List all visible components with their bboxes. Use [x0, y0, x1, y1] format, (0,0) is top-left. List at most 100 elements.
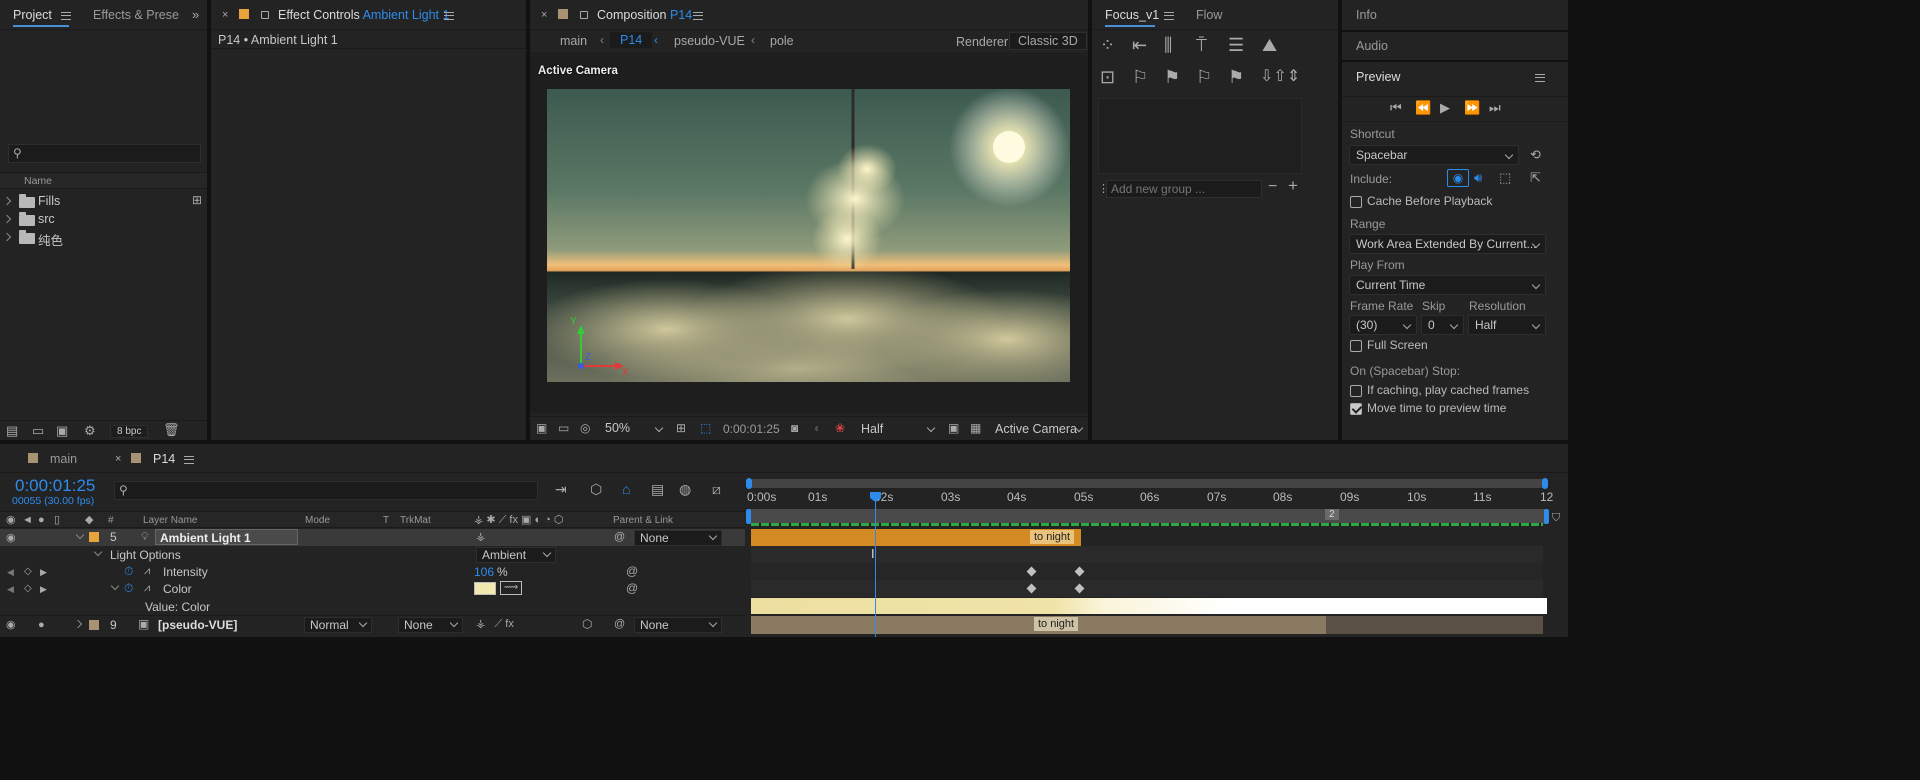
col-t[interactable]: T — [383, 515, 389, 526]
breadcrumb-p14[interactable]: P14 — [610, 32, 653, 48]
add-keyframe-icon[interactable]: ◇ — [24, 582, 32, 596]
minus-icon[interactable]: − — [1268, 179, 1277, 195]
solo-icon[interactable]: ● — [38, 618, 45, 632]
current-time[interactable]: 0:00:01:25 — [723, 422, 780, 436]
next-keyframe-icon[interactable]: ▶ — [40, 582, 47, 596]
col-parent[interactable]: Parent & Link — [613, 515, 673, 526]
keyframe-tool-icon[interactable]: ⊡ — [1100, 68, 1115, 86]
next-keyframe-icon[interactable]: ▶ — [40, 565, 47, 579]
pickwhip-icon[interactable]: @ — [614, 617, 625, 631]
snapshot-icon[interactable]: ◙ — [791, 421, 798, 435]
mask-icon[interactable]: ◎ — [580, 421, 590, 435]
layer-name[interactable]: Ambient Light 1 — [155, 529, 298, 545]
comp-mini-flowchart-icon[interactable]: ⇥ — [555, 482, 567, 496]
renderer-button[interactable]: Classic 3D — [1009, 32, 1087, 50]
pickwhip-icon[interactable]: @ — [614, 530, 625, 544]
expression-icon[interactable]: @ — [626, 564, 638, 578]
frame-rate-dropdown[interactable]: (30) — [1349, 315, 1417, 335]
stopwatch-icon[interactable]: ⏱ — [124, 581, 133, 595]
comp-viewer[interactable]: Active Camera Y Z X — [530, 55, 1088, 413]
tab-main[interactable]: main — [50, 452, 77, 466]
distribute-icon[interactable]: ⫼ — [1164, 36, 1172, 54]
breadcrumb-pole[interactable]: pole — [770, 34, 794, 48]
stopwatch-icon[interactable]: ⏱ — [124, 564, 133, 578]
eye-icon[interactable]: ◉ — [6, 513, 16, 527]
breadcrumb-pseudo-vue[interactable]: pseudo-VUE — [674, 34, 745, 48]
layer-parent-dropdown[interactable]: None — [634, 617, 722, 633]
col-mode[interactable]: Mode — [305, 515, 330, 526]
lock-icon[interactable] — [580, 11, 588, 19]
overlay-icon[interactable]: ⬚ — [1499, 171, 1511, 185]
property-group-row[interactable]: Light Options Ambient — [0, 546, 745, 563]
layer-parent-dropdown[interactable]: None — [634, 530, 722, 546]
mountains-icon[interactable]: ⛰ — [1262, 36, 1277, 54]
timeline-navigator[interactable] — [746, 478, 1548, 489]
layer-name[interactable]: [pseudo-VUE] — [158, 618, 237, 632]
external-icon[interactable]: ⇱ — [1530, 171, 1541, 185]
resolution-dropdown[interactable]: Half — [861, 422, 883, 436]
property-row[interactable]: Value: Color — [0, 598, 745, 615]
label-color-icon[interactable] — [89, 620, 99, 630]
tab-p14[interactable]: P14 — [153, 452, 175, 466]
motion-blur-icon[interactable]: ◍ — [679, 482, 691, 496]
add-keyframe-icon[interactable]: ◇ — [24, 565, 32, 579]
expand-icon[interactable] — [2, 214, 12, 224]
project-item[interactable]: 纯色 — [0, 229, 190, 248]
project-settings-icon[interactable]: ⚙ — [84, 424, 96, 438]
channels-icon[interactable]: ❀ — [835, 421, 845, 435]
add-marker-icon[interactable]: ⚑ — [1228, 68, 1244, 86]
plus-icon[interactable]: + — [1288, 177, 1298, 194]
draft-3d-icon[interactable]: ⬡ — [590, 482, 602, 496]
close-icon[interactable]: × — [222, 8, 228, 22]
tab-project[interactable]: Project — [13, 8, 52, 22]
audio-icon[interactable]: 🔊︎ — [1474, 171, 1482, 185]
flowchart-icon[interactable]: ⊞ — [192, 193, 202, 207]
work-area-bar[interactable] — [748, 509, 1546, 524]
layer-row[interactable]: ◉ ● 9 ▣ [pseudo-VUE] Normal None ⚶ ⟋ fx … — [0, 615, 745, 634]
expand-icon[interactable] — [2, 196, 12, 206]
marker-right-icon[interactable]: ⚐ — [1196, 68, 1212, 86]
if-caching-checkbox[interactable] — [1350, 385, 1362, 397]
switches-icons[interactable]: ⚶ ⟋ fx — [476, 617, 514, 631]
list-icon[interactable]: ☰ — [1228, 36, 1244, 54]
play-icon[interactable]: ▶ — [1440, 101, 1450, 115]
menu-icon[interactable] — [444, 12, 454, 20]
eye-icon[interactable]: ◉ — [6, 531, 16, 545]
prev-keyframe-icon[interactable]: ◀ — [7, 565, 14, 579]
tab-preview[interactable]: Preview — [1356, 70, 1400, 84]
expand-icon[interactable] — [75, 530, 85, 540]
align-left-icon[interactable]: ⇤ — [1132, 36, 1147, 54]
tab-effect-controls[interactable]: Effect Controls Ambient Light 1 — [278, 8, 449, 22]
add-group-input[interactable] — [1106, 180, 1262, 198]
label-icon[interactable]: ◆ — [85, 513, 93, 527]
color-swatch[interactable] — [474, 582, 496, 595]
pin-icon[interactable]: ⍑ — [1196, 36, 1207, 54]
tab-info[interactable]: Info — [1356, 8, 1377, 22]
project-search[interactable]: ⚲ — [8, 144, 201, 163]
work-area-end[interactable] — [1544, 509, 1549, 524]
expand-icon[interactable] — [93, 547, 103, 557]
lock-icon[interactable] — [261, 11, 269, 19]
col-layer-name[interactable]: Layer Name — [143, 515, 197, 526]
play-from-dropdown[interactable]: Current Time — [1349, 275, 1546, 295]
timeline-timecode[interactable]: 0:00:01:25 — [15, 476, 95, 496]
graph-editor-icon[interactable]: ⧄ — [712, 482, 721, 496]
preview-icon[interactable]: ▣ — [536, 421, 547, 435]
shy-icon[interactable]: ⌂ — [622, 482, 630, 496]
playhead-line[interactable] — [875, 497, 876, 637]
bpc-label[interactable]: 8 bpc — [110, 425, 149, 438]
focus-group-area[interactable] — [1098, 98, 1302, 174]
work-area-start[interactable] — [746, 509, 751, 524]
shortcut-dropdown[interactable]: Spacebar — [1349, 145, 1519, 165]
resolution-dropdown[interactable]: Half — [1468, 315, 1546, 335]
chevron-right-double-icon[interactable]: » — [192, 8, 199, 22]
expand-icon[interactable] — [2, 232, 12, 242]
menu-icon[interactable] — [693, 12, 703, 20]
solo-icon[interactable]: ● — [38, 513, 45, 527]
shy-switch-icon[interactable]: ⚶ — [476, 530, 485, 544]
audio-icon[interactable]: ◄ — [22, 513, 33, 527]
tab-focus[interactable]: Focus_v1 — [1105, 8, 1159, 22]
menu-icon[interactable] — [61, 12, 71, 20]
property-row[interactable]: ◀ ◇ ▶ ⏱ ⩘ Intensity 106 % @ — [0, 563, 745, 580]
comp-marker[interactable]: 2 — [1325, 509, 1339, 520]
